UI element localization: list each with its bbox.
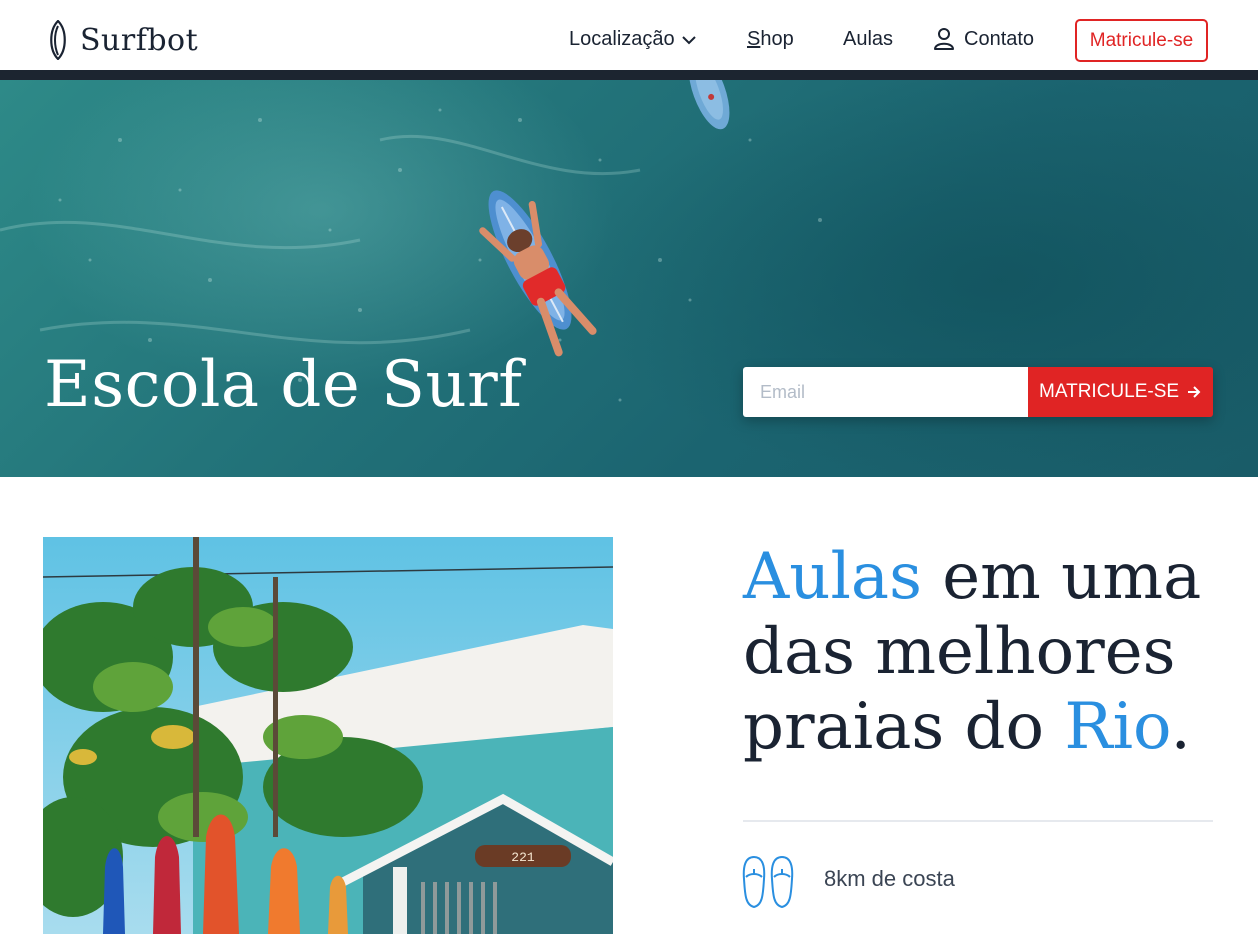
headline-highlight-rio: Rio [1064,690,1171,764]
nav-aulas-label: Aulas [843,28,894,50]
hero-enroll-button[interactable]: MATRICULE-SE [1028,367,1213,417]
hero-title: Escola de Surf [44,348,523,422]
flip-flops-icon [742,855,794,909]
nav-shop-label: hop [760,28,794,50]
site-header: Surfbot Localização Shop Aulas Contato M… [0,0,1258,70]
hero-enroll-label: MATRICULE-SE [1039,381,1180,402]
nav-localizacao[interactable]: Localização [569,28,697,51]
header-enroll-button[interactable]: Matricule-se [1075,19,1208,62]
nav-localizacao-label: Localização [569,28,675,50]
hero-banner: Escola de Surf MATRICULE-SE [0,80,1258,477]
section-divider [743,820,1213,822]
chevron-down-icon [681,35,696,44]
feature-coast-length: 8km de costa [824,866,955,891]
nav-shop[interactable]: Shop [747,28,794,51]
nav-contato-label: Contato [964,27,1035,50]
nav-contato[interactable]: Contato [933,27,1034,51]
nav-aulas[interactable]: Aulas [843,28,893,51]
email-input[interactable] [743,367,1028,417]
brand-logo[interactable]: Surfbot [46,20,198,60]
arrow-right-icon [1188,386,1201,398]
headline-period: . [1170,690,1191,764]
user-icon [934,28,954,50]
surfboard-logo-icon [50,20,66,60]
house-number: 221 [511,850,535,865]
nav-shop-accesskey: S [747,28,761,50]
section-headline: Aulas em uma das melhores praias do Rio. [743,540,1233,765]
surf-shop-photo: 221 [43,537,613,934]
header-divider [0,70,1258,80]
brand-name: Surfbot [80,22,199,58]
surf-shop-image: 221 [43,537,613,934]
headline-highlight-aulas: Aulas [743,540,922,614]
hero-signup-form: MATRICULE-SE [743,367,1213,417]
